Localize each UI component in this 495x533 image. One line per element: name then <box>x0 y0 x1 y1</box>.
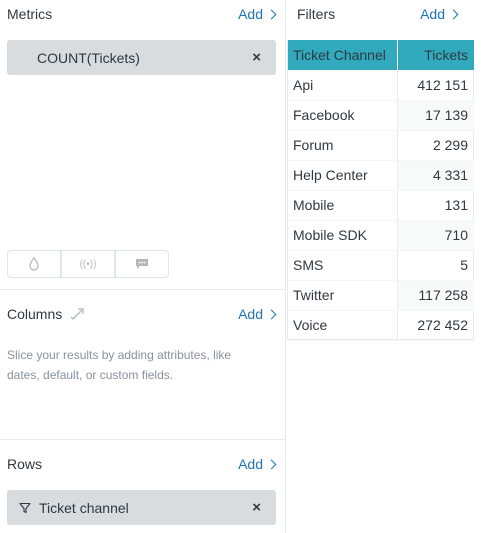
table-row: Mobile SDK 710 <box>288 220 474 251</box>
broadcast-icon: ((•)) <box>79 258 97 270</box>
filters-panel: Filters Add Ticket Channel Tickets Api 41… <box>287 0 495 533</box>
channel-cell: Forum <box>288 130 398 161</box>
tickets-cell: 710 <box>397 220 474 251</box>
channel-cell: Help Center <box>288 160 398 191</box>
table-row: Voice 272 452 <box>288 310 474 341</box>
swap-icon[interactable] <box>70 307 86 321</box>
channel-cell: Facebook <box>288 100 398 131</box>
config-panel: Metrics Add COUNT(Tickets) × ((•)) Colum… <box>0 0 286 533</box>
chevron-right-icon <box>448 9 459 20</box>
tickets-cell: 4 331 <box>397 160 474 191</box>
metric-pill-label: COUNT(Tickets) <box>37 49 140 66</box>
results-table: Ticket Channel Tickets Api 412 151 Faceboo… <box>288 40 474 341</box>
tickets-cell: 272 452 <box>397 310 474 341</box>
chevron-right-icon <box>266 9 277 20</box>
channel-cell: Voice <box>288 310 398 341</box>
tickets-cell: 2 299 <box>397 130 474 161</box>
filters-header: Filters Add <box>297 3 459 25</box>
chevron-right-icon <box>266 309 277 320</box>
add-filter-label: Add <box>420 6 445 22</box>
broadcast-button[interactable]: ((•)) <box>61 250 115 278</box>
tickets-cell: 117 258 <box>397 280 474 311</box>
channel-cell: Api <box>288 70 398 101</box>
metrics-title: Metrics <box>7 6 53 22</box>
column-header[interactable]: Ticket Channel <box>288 40 398 70</box>
metric-pill[interactable]: COUNT(Tickets) × <box>7 40 276 75</box>
table-row: SMS 5 <box>288 250 474 281</box>
columns-title: Columns <box>7 306 63 322</box>
channel-cell: SMS <box>288 250 398 281</box>
row-pill[interactable]: Ticket channel × <box>7 490 276 525</box>
filters-title: Filters <box>297 6 336 22</box>
remove-row-icon[interactable]: × <box>252 499 261 516</box>
droplet-button[interactable] <box>7 250 61 278</box>
table-row: Twitter 117 258 <box>288 280 474 311</box>
add-column-button[interactable]: Add <box>238 306 277 322</box>
comment-button[interactable] <box>115 250 169 278</box>
channel-cell: Mobile SDK <box>288 220 398 251</box>
table-row: Help Center 4 331 <box>288 160 474 191</box>
table-row: Api 412 151 <box>288 70 474 101</box>
metrics-header: Metrics Add <box>7 3 277 25</box>
row-pill-label: Ticket channel <box>39 499 129 516</box>
table-header-row: Ticket Channel Tickets <box>288 40 474 70</box>
columns-header: Columns Add <box>7 303 277 325</box>
divider <box>0 289 286 290</box>
add-row-button[interactable]: Add <box>238 456 277 472</box>
table-row: Forum 2 299 <box>288 130 474 161</box>
table-row: Mobile 131 <box>288 190 474 221</box>
tickets-cell: 412 151 <box>397 70 474 101</box>
add-column-label: Add <box>238 306 263 322</box>
divider <box>0 439 286 440</box>
table-row: Facebook 17 139 <box>288 100 474 131</box>
remove-metric-icon[interactable]: × <box>252 49 261 66</box>
filter-icon <box>19 502 31 513</box>
add-row-label: Add <box>238 456 263 472</box>
rows-header: Rows Add <box>7 453 277 475</box>
add-metric-button[interactable]: Add <box>238 6 277 22</box>
comment-icon <box>136 259 148 269</box>
tickets-cell: 17 139 <box>397 100 474 131</box>
chevron-right-icon <box>266 459 277 470</box>
tickets-cell: 131 <box>397 190 474 221</box>
rows-title: Rows <box>7 456 43 472</box>
channel-cell: Mobile <box>288 190 398 221</box>
visualization-toggle-group: ((•)) <box>7 250 169 278</box>
column-header[interactable]: Tickets <box>397 40 474 70</box>
channel-cell: Twitter <box>288 280 398 311</box>
tickets-cell: 5 <box>397 250 474 281</box>
droplet-icon <box>29 257 39 271</box>
columns-hint: Slice your results by adding attributes,… <box>7 348 232 382</box>
add-filter-button[interactable]: Add <box>420 6 459 22</box>
add-metric-label: Add <box>238 6 263 22</box>
